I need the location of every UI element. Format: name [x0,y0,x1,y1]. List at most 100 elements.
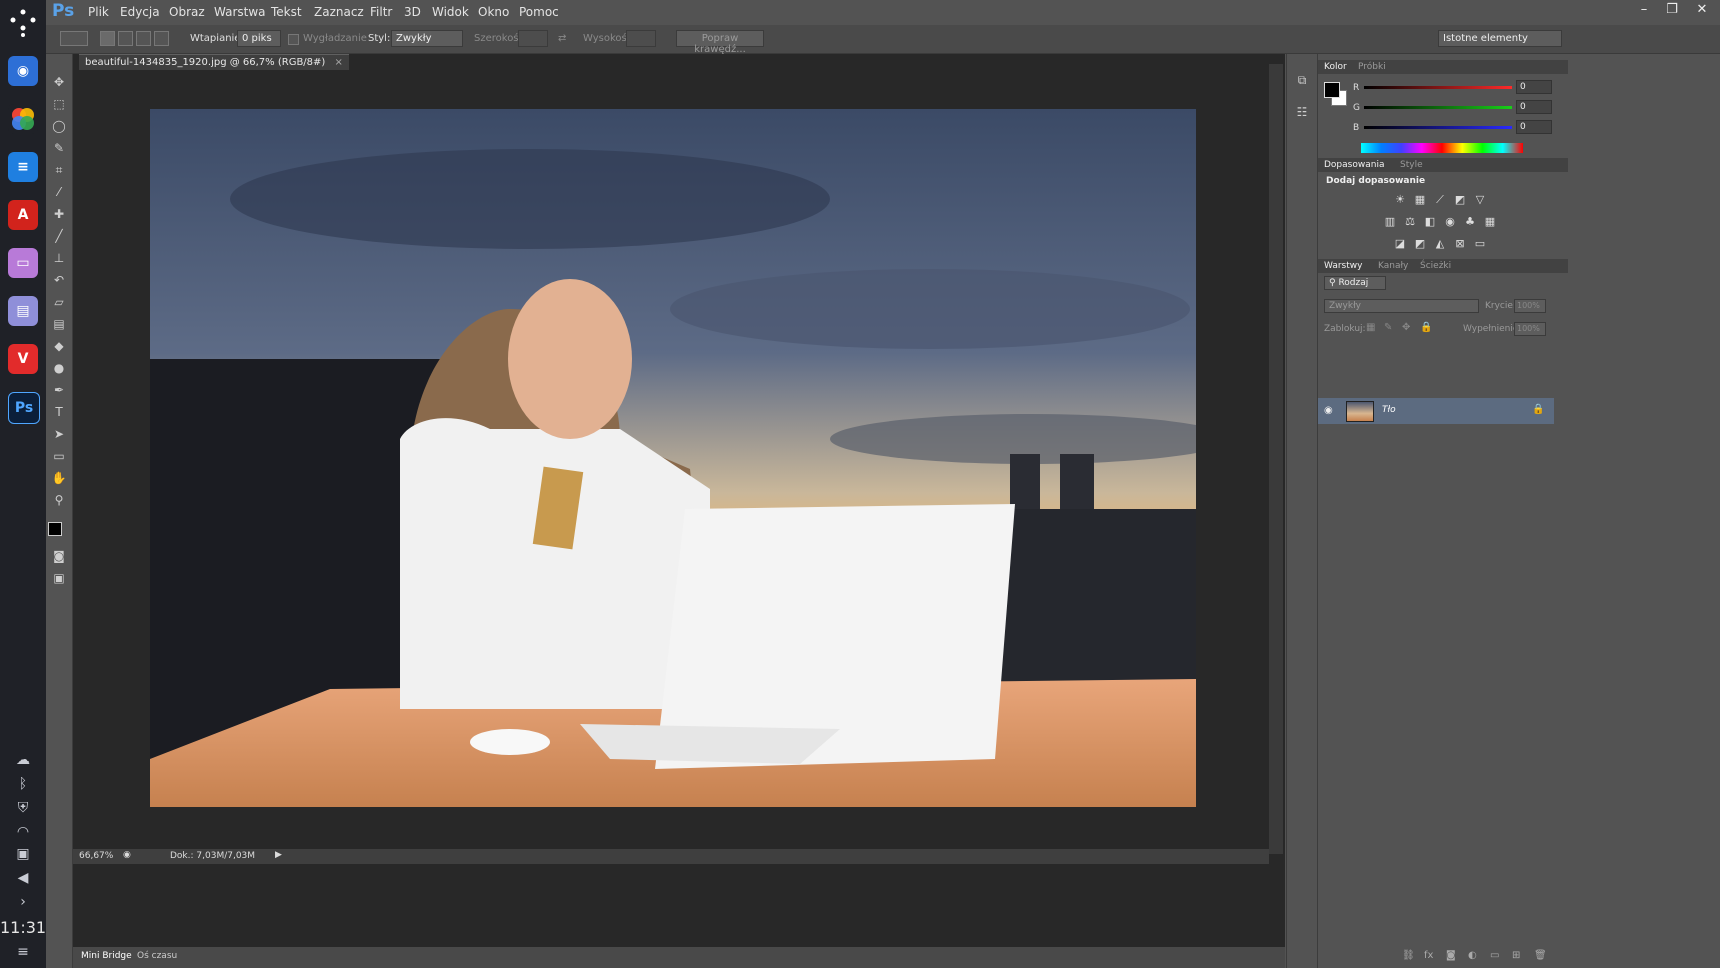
color-lookup-adjustment-icon[interactable]: ▦ [1483,216,1497,228]
eyedropper-tool-icon[interactable]: ⁄ [48,182,70,202]
rss-reader-icon[interactable]: ◉ [8,56,38,86]
image-canvas[interactable] [150,109,1196,807]
vibrance-adjustment-icon[interactable]: ▽ [1473,194,1487,206]
volume-icon[interactable]: ◀ [11,870,35,890]
tab-sciezki[interactable]: Ścieżki [1420,261,1451,271]
files-app-icon[interactable]: ▭ [8,248,38,278]
menu-pomoc[interactable]: Pomoc [519,5,559,19]
start-menu-icon[interactable] [8,4,38,38]
healing-brush-tool-icon[interactable]: ✚ [48,204,70,224]
type-tool-icon[interactable]: T [48,402,70,422]
menu-okno[interactable]: Okno [478,5,509,19]
hue-saturation-adjustment-icon[interactable]: ▥ [1383,216,1397,228]
close-tab-icon[interactable]: × [335,57,343,68]
black-white-adjustment-icon[interactable]: ◧ [1423,216,1437,228]
feather-input[interactable]: 0 piks [237,30,281,47]
blend-mode-select[interactable]: Zwykły [1324,299,1479,313]
add-selection-icon[interactable] [118,31,133,46]
stamp-tool-icon[interactable]: ⊥ [48,248,70,268]
eraser-tool-icon[interactable]: ▱ [48,292,70,312]
tab-kanaly[interactable]: Kanały [1378,261,1408,271]
color-spectrum-ramp[interactable] [1361,143,1523,153]
intersect-selection-icon[interactable] [154,31,169,46]
green-slider[interactable] [1364,106,1512,109]
tab-dopasowania[interactable]: Dopasowania [1324,160,1384,170]
close-button[interactable]: ✕ [1690,2,1714,20]
opacity-input[interactable]: 100% [1514,299,1546,313]
refine-edge-button[interactable]: Popraw krawędź... [676,30,764,55]
clipboard-icon[interactable]: ▣ [11,846,35,866]
gradient-tool-icon[interactable]: ▤ [48,314,70,334]
history-panel-icon[interactable]: ⧉ [1291,70,1313,90]
notes-app-icon[interactable]: ≡ [8,152,38,182]
new-group-icon[interactable]: ▭ [1490,950,1499,961]
zoom-level[interactable]: 66,67% [79,851,113,861]
new-selection-icon[interactable] [100,31,115,46]
foreground-color-chip[interactable] [1324,82,1340,98]
menu-warstwa[interactable]: Warstwa [214,5,266,19]
menu-zaznacz[interactable]: Zaznacz [314,5,364,19]
new-layer-icon[interactable]: ⊞ [1512,950,1520,961]
lock-all-icon[interactable]: 🔒 [1420,322,1432,333]
invert-adjustment-icon[interactable]: ◪ [1393,238,1407,250]
crop-tool-icon[interactable]: ⌗ [48,160,70,180]
mini-bridge-tab[interactable]: Mini Bridge [81,951,132,961]
width-input[interactable] [518,30,548,47]
add-mask-icon[interactable]: ◙ [1446,950,1456,961]
red-slider[interactable] [1364,86,1512,89]
photos-app-icon[interactable] [8,104,38,134]
quick-mask-icon[interactable]: ◙ [48,546,70,566]
layer-row-background[interactable]: ◉ Tło 🔒 [1318,398,1554,424]
minimize-button[interactable]: – [1632,2,1656,20]
quick-select-tool-icon[interactable]: ✎ [48,138,70,158]
lock-transparent-icon[interactable]: ▦ [1366,322,1375,333]
menu-widok[interactable]: Widok [432,5,469,19]
swap-icon[interactable]: ⇄ [558,33,566,44]
tab-kolor[interactable]: Kolor [1324,62,1347,72]
red-value-input[interactable]: 0 [1516,80,1552,94]
dodge-tool-icon[interactable]: ● [48,358,70,378]
menu-tekst[interactable]: Tekst [271,5,302,19]
curves-adjustment-icon[interactable]: ⟋ [1433,194,1447,206]
layer-filter-select[interactable]: ⚲ Rodzaj [1324,276,1386,290]
foreground-color-swatch[interactable] [48,522,62,536]
menu-plik[interactable]: Plik [88,5,109,19]
lasso-tool-icon[interactable]: ◯ [48,116,70,136]
status-menu-arrow-icon[interactable]: ▶ [275,850,282,860]
status-info-icon[interactable]: ◉ [123,850,131,860]
vivaldi-icon[interactable]: V [8,344,38,374]
marquee-tool-icon[interactable]: ⬚ [48,94,70,114]
menu-obraz[interactable]: Obraz [169,5,205,19]
exposure-adjustment-icon[interactable]: ◩ [1453,194,1467,206]
blur-tool-icon[interactable]: ◆ [48,336,70,356]
height-input[interactable] [626,30,656,47]
threshold-adjustment-icon[interactable]: ◭ [1433,238,1447,250]
path-select-tool-icon[interactable]: ➤ [48,424,70,444]
gradient-map-adjustment-icon[interactable]: ▭ [1473,238,1487,250]
layer-name[interactable]: Tło [1382,405,1396,415]
green-value-input[interactable]: 0 [1516,100,1552,114]
layer-style-icon[interactable]: fx [1424,950,1433,961]
brush-tool-icon[interactable]: ╱ [48,226,70,246]
eye-visibility-icon[interactable]: ◉ [1324,405,1333,416]
selective-color-adjustment-icon[interactable]: ⊠ [1453,238,1467,250]
weather-icon[interactable]: ☁ [11,752,35,772]
tab-probki[interactable]: Próbki [1358,62,1386,72]
acrobat-icon[interactable]: A [8,200,38,230]
blue-value-input[interactable]: 0 [1516,120,1552,134]
docs-app-icon[interactable]: ▤ [8,296,38,326]
properties-panel-icon[interactable]: ☷ [1291,102,1313,122]
workspace-select[interactable]: Istotne elementy [1438,30,1562,47]
screen-mode-icon[interactable]: ▣ [48,568,70,588]
shape-tool-icon[interactable]: ▭ [48,446,70,466]
timeline-tab[interactable]: Oś czasu [137,951,177,961]
vertical-scrollbar[interactable] [1269,64,1283,854]
adjustment-layer-icon[interactable]: ◐ [1468,950,1477,961]
wifi-icon[interactable]: ◠ [11,824,35,844]
levels-adjustment-icon[interactable]: ▦ [1413,194,1427,206]
history-brush-tool-icon[interactable]: ↶ [48,270,70,290]
document-tab[interactable]: beautiful-1434835_1920.jpg @ 66,7% (RGB/… [79,54,349,70]
menu-filtr[interactable]: Filtr [370,5,392,19]
menu-3d[interactable]: 3D [404,5,421,19]
fill-input[interactable]: 100% [1514,322,1546,336]
